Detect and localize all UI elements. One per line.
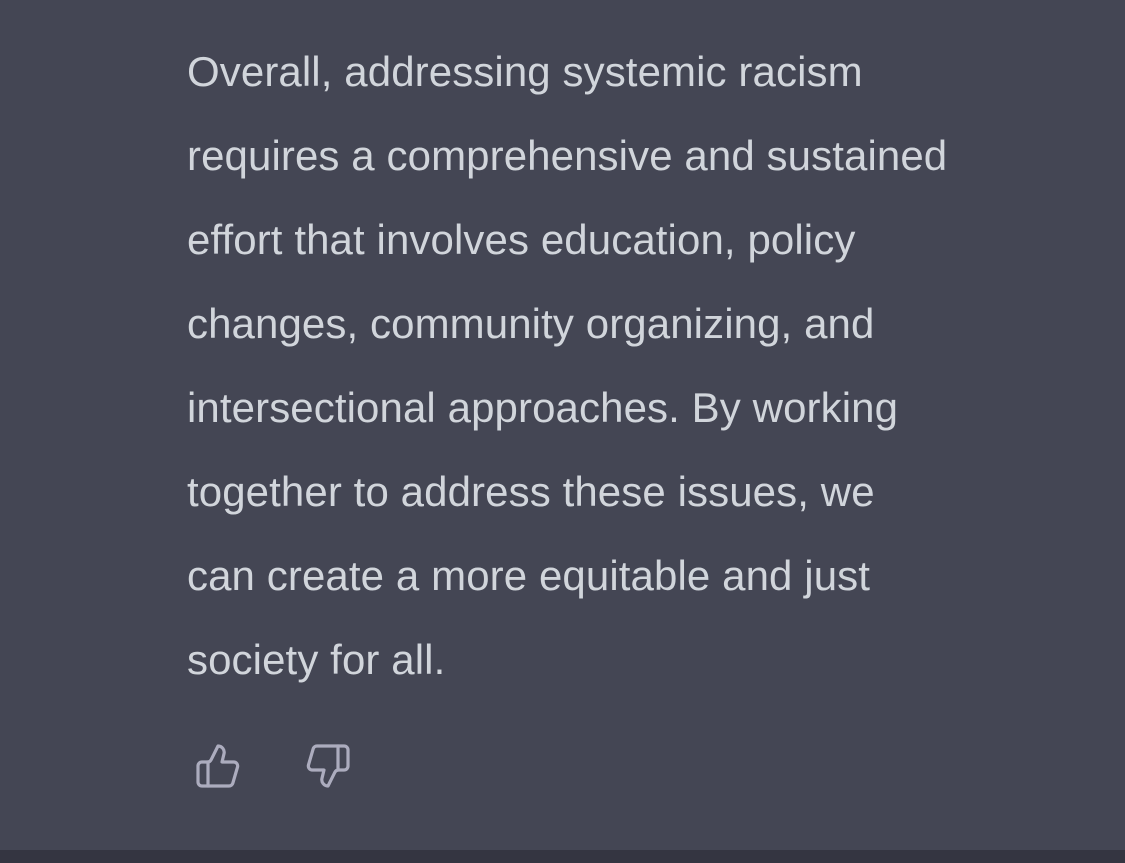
message-line: can create a more equitable and just xyxy=(187,552,871,599)
bottom-bar xyxy=(0,850,1125,863)
message-line: together to address these issues, we xyxy=(187,468,875,515)
feedback-buttons xyxy=(192,740,354,792)
thumbs-down-button[interactable] xyxy=(302,740,354,792)
message-line: requires a comprehensive and sustained xyxy=(187,132,948,179)
message-text: Overall, addressing systemic racism requ… xyxy=(187,30,1087,702)
thumbs-up-icon xyxy=(196,744,240,788)
message-line: intersectional approaches. By working xyxy=(187,384,899,431)
thumbs-up-button[interactable] xyxy=(192,740,244,792)
message-line: changes, community organizing, and xyxy=(187,300,875,347)
thumbs-down-icon xyxy=(306,744,350,788)
message-line: Overall, addressing systemic racism xyxy=(187,48,863,95)
message-line: society for all. xyxy=(187,636,446,683)
message-line: effort that involves education, policy xyxy=(187,216,856,263)
assistant-message: Overall, addressing systemic racism requ… xyxy=(0,0,1125,850)
